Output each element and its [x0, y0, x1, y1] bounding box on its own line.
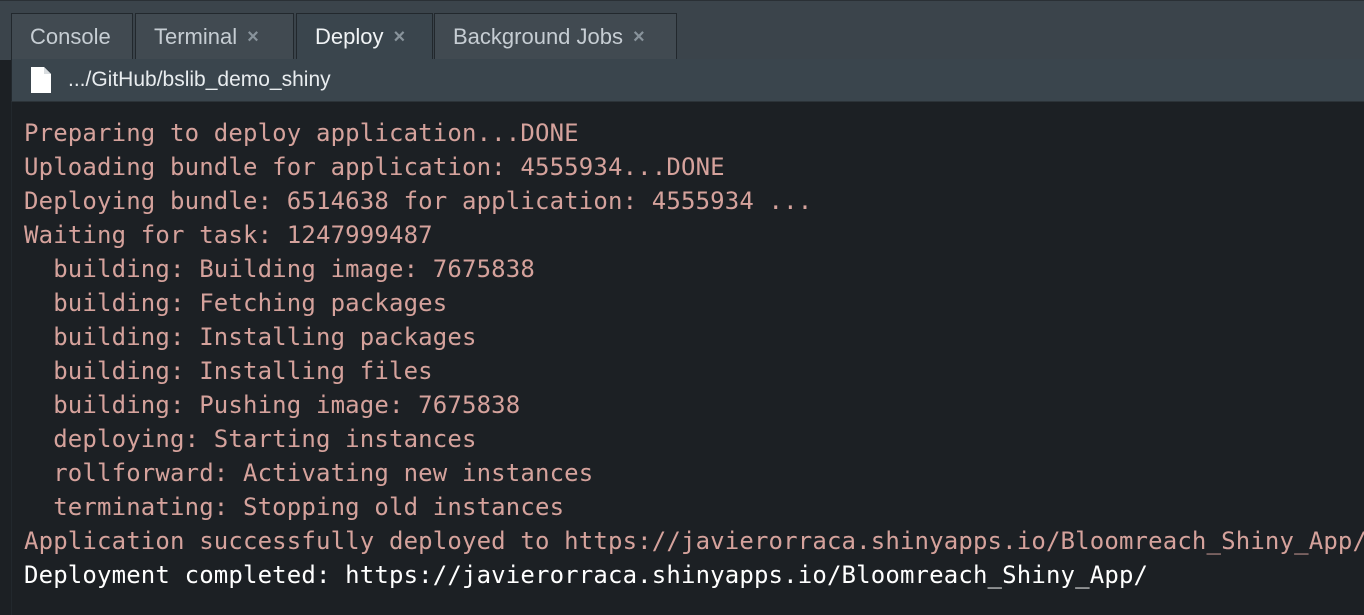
tab-terminal[interactable]: Terminal × — [135, 13, 294, 60]
tab-label: Console — [30, 24, 111, 49]
output-line: Deployment completed: https://javierorra… — [24, 561, 1149, 589]
output-line: rollforward: Activating new instances — [24, 459, 594, 487]
output-line: building: Installing files — [24, 357, 433, 385]
file-icon — [30, 66, 52, 94]
path-bar: .../GitHub/bslib_demo_shiny — [11, 59, 1364, 101]
close-icon[interactable]: × — [633, 26, 645, 49]
output-line: building: Fetching packages — [24, 289, 448, 317]
tab-label: Terminal — [154, 24, 238, 49]
output-line: Waiting for task: 1247999487 — [24, 221, 433, 249]
output-line: deploying: Starting instances — [24, 425, 477, 453]
tab-deploy[interactable]: Deploy × — [296, 13, 433, 60]
output-line: terminating: Stopping old instances — [24, 493, 565, 521]
output-line: building: Pushing image: 7675838 — [24, 391, 521, 419]
tab-label: Background Jobs — [453, 24, 623, 49]
deploy-output[interactable]: Preparing to deploy application...DONE U… — [11, 101, 1364, 615]
output-line: Application successfully deployed to htt… — [24, 527, 1364, 555]
working-directory-path: .../GitHub/bslib_demo_shiny — [68, 68, 331, 91]
tab-label: Deploy — [315, 24, 384, 49]
output-line: Uploading bundle for application: 455593… — [24, 153, 725, 181]
close-icon[interactable]: × — [393, 26, 405, 49]
tab-bar: Console Terminal × Deploy × Background J… — [0, 0, 1364, 60]
output-line: building: Installing packages — [24, 323, 477, 351]
tab-background-jobs[interactable]: Background Jobs × — [434, 13, 677, 60]
output-line: building: Building image: 7675838 — [24, 255, 535, 283]
tab-console[interactable]: Console — [11, 13, 133, 60]
close-icon[interactable]: × — [247, 26, 259, 49]
output-line: Preparing to deploy application...DONE — [24, 119, 579, 147]
output-line: Deploying bundle: 6514638 for applicatio… — [24, 187, 813, 215]
